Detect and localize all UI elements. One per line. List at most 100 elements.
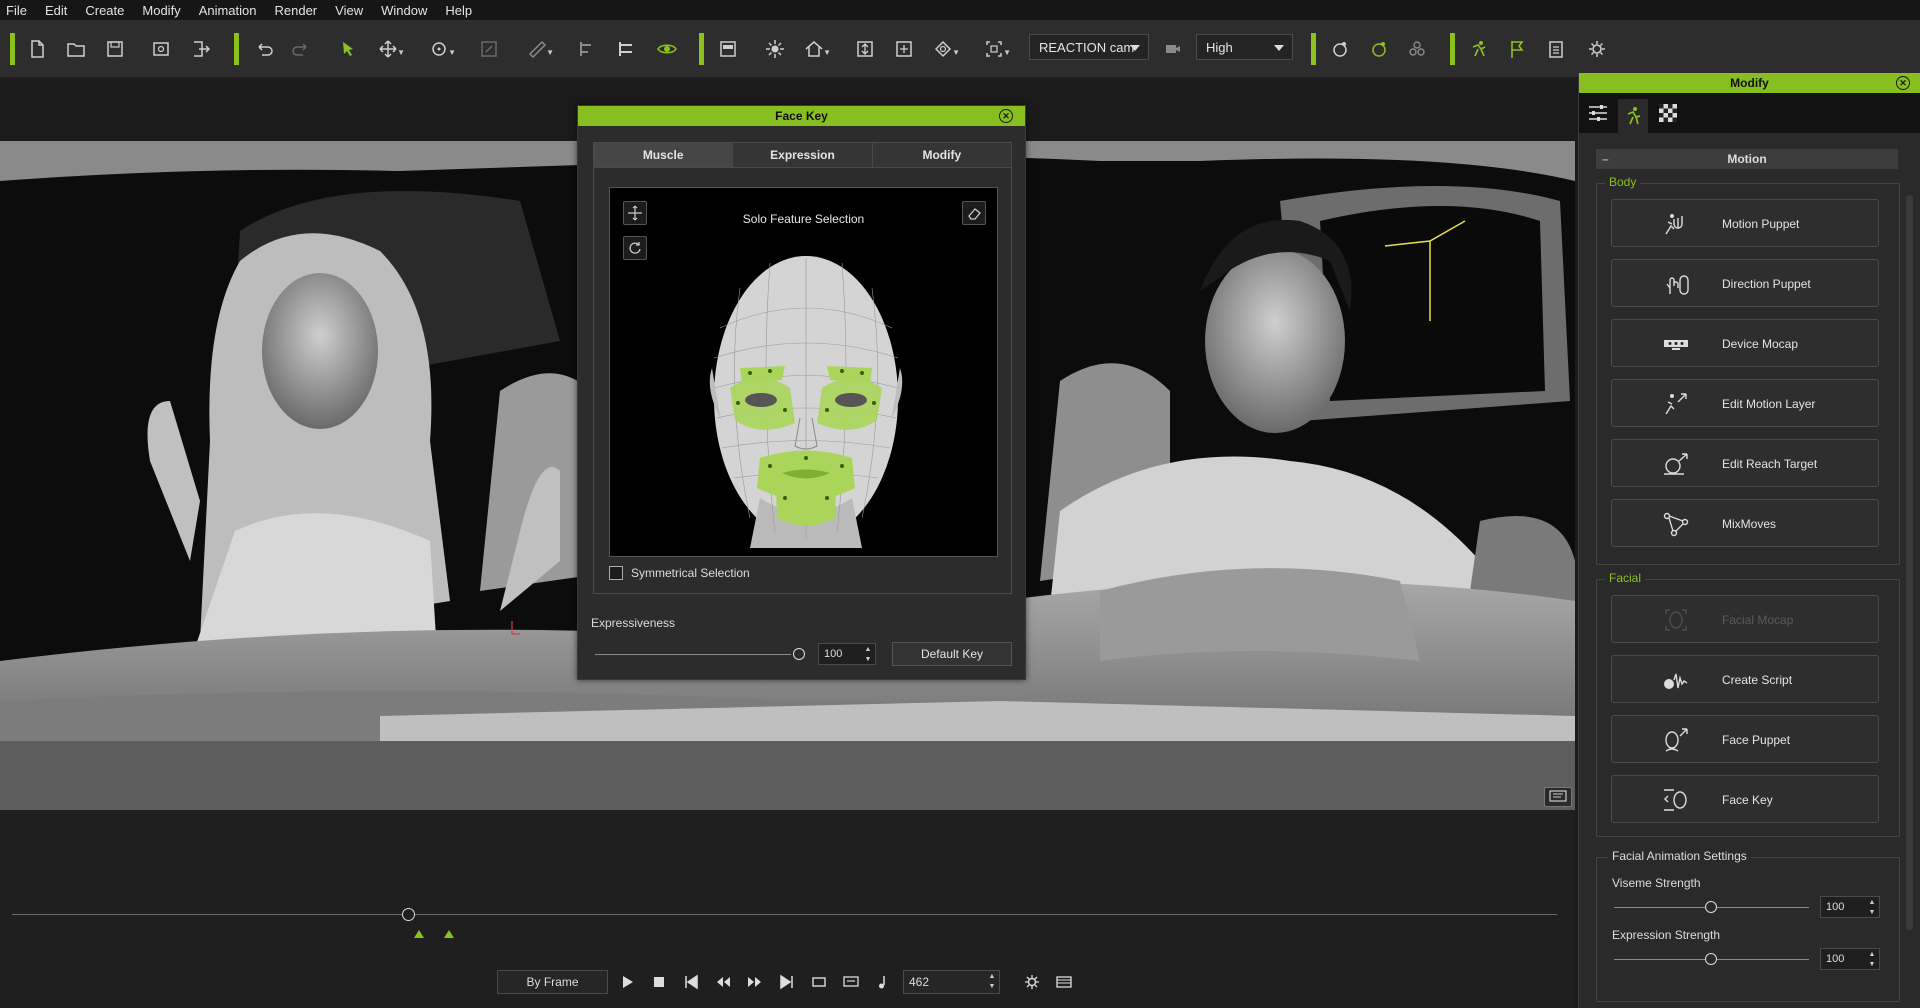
- expression-spinner[interactable]: ▲ ▼: [1867, 951, 1877, 969]
- expressiveness-input[interactable]: 100 ▲ ▼: [818, 643, 876, 665]
- timeline-track[interactable]: [12, 914, 1557, 915]
- playback-mode-button[interactable]: By Frame: [497, 970, 608, 994]
- spin-down-icon[interactable]: ▼: [1869, 961, 1876, 969]
- video-camera-button[interactable]: [1158, 35, 1188, 63]
- symmetrical-selection-checkbox[interactable]: [609, 566, 623, 580]
- undo-button[interactable]: [249, 35, 279, 63]
- spin-up-icon[interactable]: ▲: [1869, 951, 1876, 959]
- spin-up-icon[interactable]: ▲: [865, 646, 872, 654]
- stop-button[interactable]: [648, 972, 670, 992]
- snap-tool-button[interactable]: ▼: [522, 35, 554, 63]
- menu-edit[interactable]: Edit: [45, 3, 67, 18]
- menu-file[interactable]: File: [6, 3, 27, 18]
- layout-button[interactable]: [713, 35, 743, 63]
- menu-help[interactable]: Help: [445, 3, 472, 18]
- playback-settings-button[interactable]: [1021, 972, 1043, 992]
- tab-attributes[interactable]: [1583, 99, 1613, 127]
- export-button[interactable]: [186, 35, 216, 63]
- menu-window[interactable]: Window: [381, 3, 427, 18]
- modify-panel-scrollbar[interactable]: [1906, 195, 1913, 930]
- new-project-button[interactable]: [22, 35, 52, 63]
- face-selection-view[interactable]: Solo Feature Selection: [609, 187, 998, 557]
- menu-view[interactable]: View: [335, 3, 363, 18]
- settings-button[interactable]: [1582, 35, 1612, 63]
- subtitle-button[interactable]: [840, 972, 862, 992]
- direction-puppet-button[interactable]: Direction Puppet: [1611, 259, 1879, 307]
- fit-vertical-button[interactable]: [850, 35, 880, 63]
- motion-refresh-button[interactable]: [1364, 35, 1394, 63]
- align-button[interactable]: [572, 35, 602, 63]
- timeline-toggle-button[interactable]: [1053, 972, 1075, 992]
- edit-reach-target-button[interactable]: Edit Reach Target: [1611, 439, 1879, 487]
- tab-expression[interactable]: Expression: [733, 143, 873, 167]
- facial-mocap-button[interactable]: Facial Mocap: [1611, 595, 1879, 643]
- spin-up-icon[interactable]: ▲: [989, 973, 996, 981]
- frame-spinner[interactable]: ▲ ▼: [987, 973, 997, 991]
- modify-panel-title-bar[interactable]: Modify ✕: [1579, 73, 1920, 93]
- tab-material[interactable]: [1653, 99, 1683, 127]
- scale-tool-button[interactable]: [474, 35, 504, 63]
- audio-button[interactable]: [872, 972, 894, 992]
- group-button[interactable]: [1402, 35, 1432, 63]
- timeline-playhead[interactable]: [402, 908, 415, 921]
- loop-button[interactable]: [808, 972, 830, 992]
- dialog-title-bar[interactable]: Face Key ✕: [578, 106, 1025, 126]
- menu-create[interactable]: Create: [85, 3, 124, 18]
- close-icon[interactable]: ✕: [999, 109, 1013, 123]
- menu-animation[interactable]: Animation: [199, 3, 257, 18]
- tab-modify[interactable]: Modify: [872, 143, 1011, 167]
- flag-button[interactable]: [1502, 35, 1532, 63]
- redo-button[interactable]: [286, 35, 316, 63]
- expressiveness-slider[interactable]: [595, 654, 791, 655]
- chat-icon[interactable]: [1544, 787, 1572, 807]
- rotate-tool-button[interactable]: ▼: [424, 35, 456, 63]
- expressiveness-slider-knob[interactable]: [793, 648, 805, 660]
- range-end-marker[interactable]: [444, 930, 454, 938]
- spin-up-icon[interactable]: ▲: [1869, 899, 1876, 907]
- expression-strength-input[interactable]: 100 ▲ ▼: [1820, 948, 1880, 970]
- fit-all-button[interactable]: [889, 35, 919, 63]
- select-tool-button[interactable]: [333, 35, 363, 63]
- home-camera-button[interactable]: ▼: [799, 35, 831, 63]
- last-frame-button[interactable]: [776, 972, 798, 992]
- light-button[interactable]: [760, 35, 790, 63]
- face-puppet-button[interactable]: Face Puppet: [1611, 715, 1879, 763]
- mixmoves-button[interactable]: MixMoves: [1611, 499, 1879, 547]
- actor-button[interactable]: [1464, 35, 1494, 63]
- open-project-button[interactable]: [61, 35, 91, 63]
- quality-select[interactable]: High: [1196, 34, 1293, 60]
- viseme-strength-knob[interactable]: [1705, 901, 1717, 913]
- camera-view-button[interactable]: ▼: [928, 35, 960, 63]
- viseme-spinner[interactable]: ▲ ▼: [1867, 899, 1877, 917]
- spin-down-icon[interactable]: ▼: [989, 983, 996, 991]
- motion-section-header[interactable]: – Motion: [1596, 149, 1898, 169]
- frame-selected-button[interactable]: ▼: [979, 35, 1011, 63]
- expression-strength-knob[interactable]: [1705, 953, 1717, 965]
- move-tool-button[interactable]: ▼: [373, 35, 405, 63]
- current-frame-input[interactable]: 462 ▲ ▼: [903, 970, 1000, 994]
- spin-down-icon[interactable]: ▼: [1869, 909, 1876, 917]
- close-icon[interactable]: ✕: [1896, 76, 1910, 90]
- collapse-icon[interactable]: –: [1602, 152, 1609, 166]
- edit-motion-layer-button[interactable]: Edit Motion Layer: [1611, 379, 1879, 427]
- first-frame-button[interactable]: [680, 972, 702, 992]
- next-frame-button[interactable]: [744, 972, 766, 992]
- camera-select[interactable]: REACTION cam: [1029, 34, 1149, 60]
- motion-puppet-button[interactable]: Motion Puppet: [1611, 199, 1879, 247]
- menu-render[interactable]: Render: [275, 3, 318, 18]
- play-button[interactable]: [616, 972, 638, 992]
- spin-down-icon[interactable]: ▼: [865, 656, 872, 664]
- tab-muscle[interactable]: Muscle: [594, 143, 734, 167]
- viseme-strength-input[interactable]: 100 ▲ ▼: [1820, 896, 1880, 918]
- symmetrical-selection-row[interactable]: Symmetrical Selection: [609, 566, 750, 580]
- range-start-marker[interactable]: [414, 930, 424, 938]
- create-script-button[interactable]: Create Script: [1611, 655, 1879, 703]
- preview-button[interactable]: [146, 35, 176, 63]
- face-key-button[interactable]: Face Key: [1611, 775, 1879, 823]
- save-button[interactable]: [100, 35, 130, 63]
- tab-motion[interactable]: [1618, 99, 1648, 133]
- menu-modify[interactable]: Modify: [142, 3, 180, 18]
- character-pose-button[interactable]: [1325, 35, 1355, 63]
- default-key-button[interactable]: Default Key: [892, 642, 1012, 666]
- timeline-list-button[interactable]: [1541, 35, 1571, 63]
